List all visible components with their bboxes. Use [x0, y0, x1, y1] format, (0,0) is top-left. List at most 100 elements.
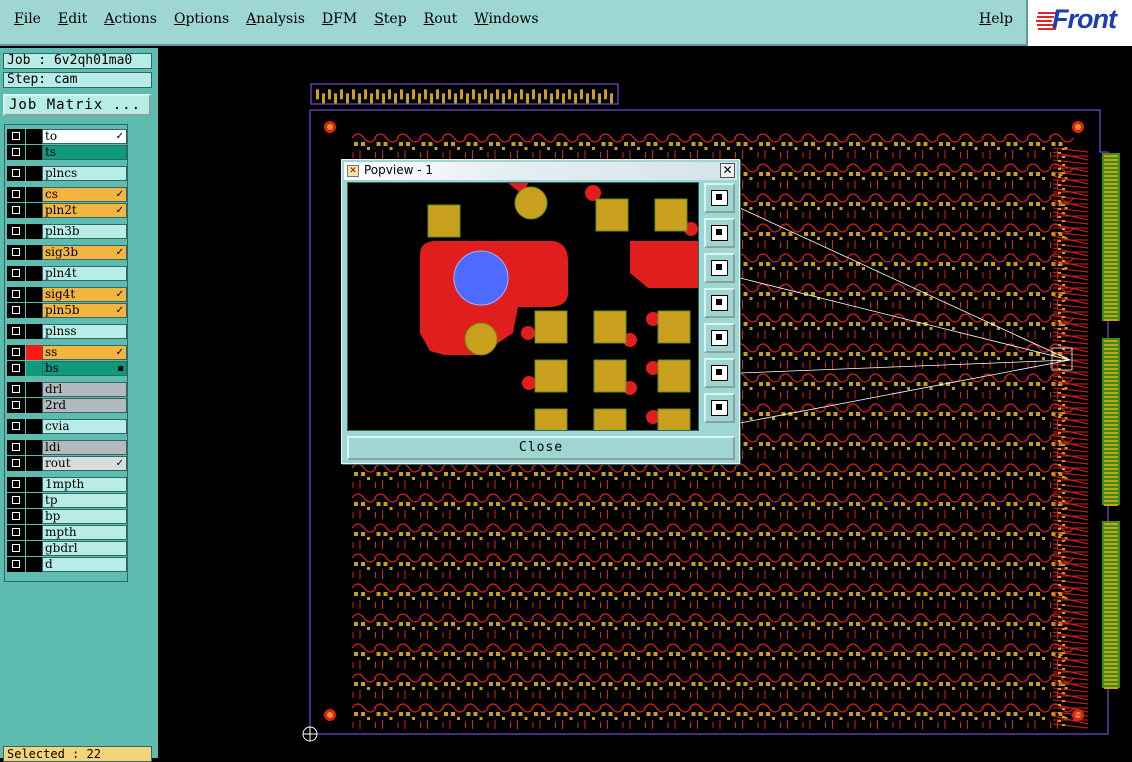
layer-color-swatch[interactable] — [26, 509, 42, 524]
layer-color-swatch[interactable] — [26, 345, 42, 360]
layer-name[interactable]: pln3b — [42, 224, 127, 239]
layer-checkbox[interactable] — [7, 187, 25, 202]
layer-name[interactable]: d — [42, 557, 127, 572]
layer-row-pln3b[interactable]: pln3b — [7, 224, 127, 239]
layer-color-swatch[interactable] — [26, 419, 42, 434]
layer-checkbox[interactable] — [7, 456, 25, 471]
layer-checkbox[interactable] — [7, 303, 25, 318]
layer-checkbox[interactable] — [7, 398, 25, 413]
menu-help[interactable]: Help — [979, 11, 1013, 27]
layer-name[interactable]: 1mpth — [42, 477, 127, 492]
layer-color-swatch[interactable] — [26, 398, 42, 413]
layer-name[interactable]: ldi — [42, 440, 127, 455]
layer-row-pln4t[interactable]: pln4t — [7, 266, 127, 281]
layer-row-pln5b[interactable]: pln5b ✓ — [7, 303, 127, 318]
layer-name[interactable]: 2rd — [42, 398, 127, 413]
menu-file[interactable]: File — [14, 11, 41, 27]
zoom-in-button[interactable] — [704, 358, 735, 388]
layer-checkbox[interactable] — [7, 245, 25, 260]
layer-checkbox[interactable] — [7, 557, 25, 572]
layer-row-plncs[interactable]: plncs — [7, 166, 127, 181]
menu-edit[interactable]: Edit — [58, 11, 87, 27]
layer-name[interactable]: ts — [42, 145, 127, 160]
layer-name[interactable]: to ✓ — [42, 129, 127, 144]
layer-color-swatch[interactable] — [26, 361, 42, 376]
layer-checkbox[interactable] — [7, 509, 25, 524]
layer-checkbox[interactable] — [7, 224, 25, 239]
layer-row-ldi[interactable]: ldi — [7, 440, 127, 455]
layer-row-1mpth[interactable]: 1mpth — [7, 477, 127, 492]
layer-checkbox[interactable] — [7, 477, 25, 492]
layer-name[interactable]: mpth — [42, 525, 127, 540]
layer-checkbox[interactable] — [7, 129, 25, 144]
layer-name[interactable]: cs ✓ — [42, 187, 127, 202]
layer-color-swatch[interactable] — [26, 287, 42, 302]
layer-name[interactable]: sig3b ✓ — [42, 245, 127, 260]
layer-color-swatch[interactable] — [26, 303, 42, 318]
layer-color-swatch[interactable] — [26, 440, 42, 455]
layer-name[interactable]: gbdrl — [42, 541, 127, 556]
layer-color-swatch[interactable] — [26, 187, 42, 202]
layer-name[interactable]: bs ▪ — [42, 361, 127, 376]
layer-row-drl[interactable]: drl — [7, 382, 127, 397]
layer-color-swatch[interactable] — [26, 324, 42, 339]
close-icon[interactable]: ✕ — [720, 163, 735, 178]
layer-color-swatch[interactable] — [26, 145, 42, 160]
close-button[interactable]: Close — [347, 436, 735, 460]
layer-color-swatch[interactable] — [26, 203, 42, 218]
layer-row-cvia[interactable]: cvia — [7, 419, 127, 434]
layer-row-plnss[interactable]: plnss — [7, 324, 127, 339]
layer-name[interactable]: ss ✓ — [42, 345, 127, 360]
layer-name[interactable]: bp — [42, 509, 127, 524]
layer-checkbox[interactable] — [7, 345, 25, 360]
layer-color-swatch[interactable] — [26, 266, 42, 281]
layer-checkbox[interactable] — [7, 382, 25, 397]
menu-dfm[interactable]: DFM — [322, 11, 357, 27]
layer-row-sig4t[interactable]: sig4t ✓ — [7, 287, 127, 302]
layer-name[interactable]: rout ✓ — [42, 456, 127, 471]
layer-row-2rd[interactable]: 2rd — [7, 398, 127, 413]
menu-options[interactable]: Options — [174, 11, 229, 27]
layer-checkbox[interactable] — [7, 541, 25, 556]
layer-name[interactable]: plncs — [42, 166, 127, 181]
layer-row-ts[interactable]: ts — [7, 145, 127, 160]
layer-checkbox[interactable] — [7, 419, 25, 434]
layer-row-bs[interactable]: bs ▪ — [7, 361, 127, 376]
layer-color-swatch[interactable] — [26, 477, 42, 492]
layer-checkbox[interactable] — [7, 324, 25, 339]
popview-zoom-view[interactable] — [347, 182, 699, 431]
layer-checkbox[interactable] — [7, 493, 25, 508]
layer-color-swatch[interactable] — [26, 224, 42, 239]
pan-right-button[interactable] — [704, 323, 735, 353]
layer-row-rout[interactable]: rout ✓ — [7, 456, 127, 471]
layer-row-tp[interactable]: tp — [7, 493, 127, 508]
pan-down-button[interactable] — [704, 253, 735, 283]
layer-color-swatch[interactable] — [26, 245, 42, 260]
layer-name[interactable]: tp — [42, 493, 127, 508]
layer-color-swatch[interactable] — [26, 456, 42, 471]
layer-checkbox[interactable] — [7, 145, 25, 160]
menu-rout[interactable]: Rout — [424, 11, 458, 27]
pan-left-button[interactable] — [704, 288, 735, 318]
layer-row-sig3b[interactable]: sig3b ✓ — [7, 245, 127, 260]
layer-row-to[interactable]: to ✓ — [7, 129, 127, 144]
layer-row-cs[interactable]: cs ✓ — [7, 187, 127, 202]
layer-checkbox[interactable] — [7, 287, 25, 302]
layer-color-swatch[interactable] — [26, 166, 42, 181]
layer-name[interactable]: pln4t — [42, 266, 127, 281]
menu-windows[interactable]: Windows — [474, 11, 538, 27]
layer-name[interactable]: sig4t ✓ — [42, 287, 127, 302]
layer-name[interactable]: plnss — [42, 324, 127, 339]
menu-analysis[interactable]: Analysis — [246, 11, 305, 27]
pan-up-button[interactable] — [704, 218, 735, 248]
layer-row-pln2t[interactable]: pln2t ✓ — [7, 203, 127, 218]
popview-titlebar[interactable]: ✕ Popview - 1 ✕ — [344, 162, 737, 180]
layer-color-swatch[interactable] — [26, 541, 42, 556]
layer-checkbox[interactable] — [7, 266, 25, 281]
layer-color-swatch[interactable] — [26, 493, 42, 508]
zoom-out-button[interactable] — [704, 393, 735, 423]
layer-row-gbdrl[interactable]: gbdrl — [7, 541, 127, 556]
layer-checkbox[interactable] — [7, 525, 25, 540]
layer-color-swatch[interactable] — [26, 382, 42, 397]
layer-checkbox[interactable] — [7, 361, 25, 376]
